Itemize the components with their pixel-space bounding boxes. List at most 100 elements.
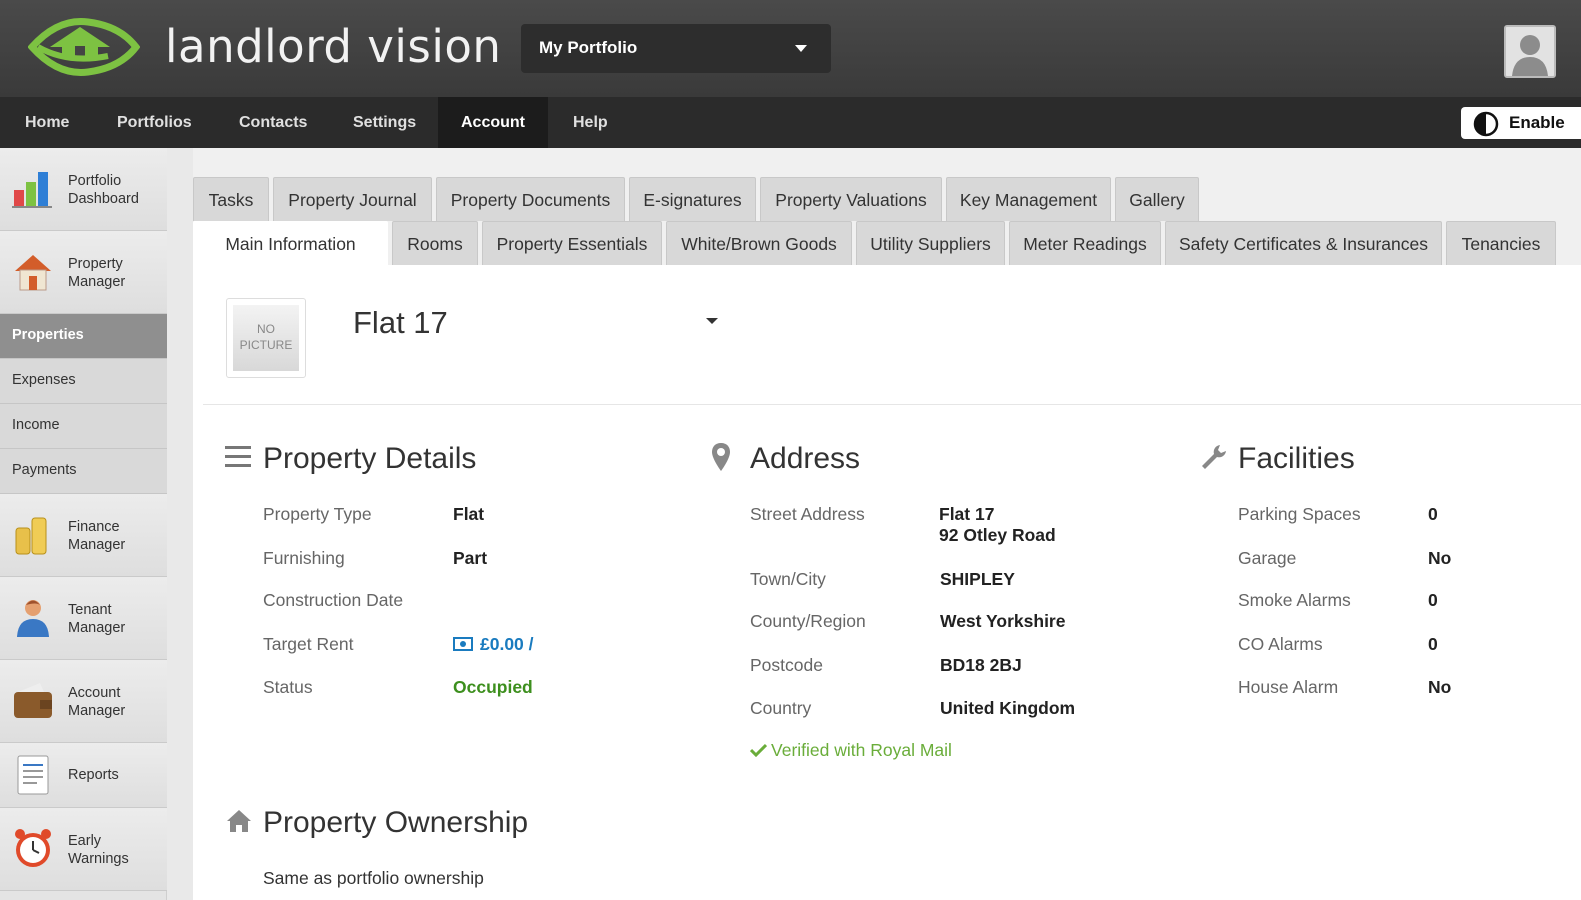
wallet-icon [14,683,52,718]
facility-label: Smoke Alarms [1238,590,1351,610]
property-selector-caret-icon[interactable] [706,318,718,324]
main-nav: Home Portfolios Contacts Settings Accoun… [0,97,1581,148]
brand-name: landlord vision [165,20,502,73]
address-value: United Kingdom [940,698,1076,718]
address-value: SHIPLEY [940,569,1015,589]
detail-label: Target Rent [263,634,354,654]
detail-value: Part [453,548,488,568]
sidebar-label: Warnings [68,851,129,867]
address-label: Town/City [750,569,826,589]
facility-value: 0 [1428,590,1438,610]
facilities-title: Facilities [1238,442,1355,475]
property-details-title: Property Details [263,442,477,475]
tab-safety-certificates-insurances[interactable]: Safety Certificates & Insurances [1165,221,1442,265]
address-label: Postcode [750,655,823,675]
tab-gallery[interactable]: Gallery [1115,177,1199,221]
property-picture-placeholder[interactable]: NO PICTURE [226,298,306,378]
tab-rooms[interactable]: Rooms [392,221,478,265]
sidebar-label: Manager [68,537,126,553]
facility-label: Parking Spaces [1238,504,1361,524]
sidebar-property-manager[interactable]: Property Manager [0,231,167,314]
address-value: Flat 17 [939,504,995,524]
list-icon [225,446,251,467]
sidebar-tenant-manager[interactable]: Tenant Manager [0,577,167,660]
portfolio-dropdown-label: My Portfolio [539,38,638,57]
address-label: County/Region [750,611,866,631]
chevron-down-icon [795,45,807,52]
house-icon [15,255,51,291]
royal-mail-verified: Verified with Royal Mail [749,740,952,761]
facility-value: No [1428,677,1452,697]
sidebar-account-manager[interactable]: Account Manager [0,660,167,743]
sidebar-finance-manager[interactable]: Finance Manager [0,494,167,577]
facility-value: No [1428,548,1452,568]
home-icon [227,810,251,832]
coins-icon [15,517,47,555]
property-ownership-title: Property Ownership [263,806,529,839]
ownership-text: Same as portfolio ownership [263,868,484,888]
sidebar-label: Portfolio [68,173,122,189]
portfolio-dropdown[interactable]: My Portfolio [521,24,831,73]
check-icon [749,743,768,758]
detail-label: Property Type [263,504,372,524]
sidebar-item-expenses[interactable]: Expenses [0,359,167,404]
sidebar-label: Manager [68,274,126,290]
user-avatar[interactable] [1504,25,1556,78]
address-title: Address [750,442,861,475]
report-document-icon [17,755,49,795]
sidebar-portfolio-dashboard[interactable]: Portfolio Dashboard [0,148,167,231]
sidebar-label: Manager [68,620,126,636]
enable-button[interactable]: Enable [1461,107,1581,139]
money-icon [453,637,473,651]
nav-contacts[interactable]: Contacts [239,97,307,148]
address-label: Street Address [750,504,865,524]
address-value: West Yorkshire [940,611,1066,631]
facility-label: Garage [1238,548,1297,568]
nav-account[interactable]: Account [438,97,548,148]
address-label: Country [750,698,812,718]
tab-property-valuations[interactable]: Property Valuations [760,177,942,221]
tab-tenancies[interactable]: Tenancies [1446,221,1556,265]
tab-e-signatures[interactable]: E-signatures [629,177,756,221]
facility-value: 0 [1428,504,1438,524]
nav-portfolios[interactable]: Portfolios [117,97,192,148]
sidebar-label: Early [68,833,102,849]
contrast-toggle-icon [1473,111,1499,137]
sidebar-item-properties[interactable]: Properties [0,314,167,359]
sidebar-label: Property [68,256,123,272]
detail-label: Furnishing [263,548,345,568]
top-header: landlord vision My Portfolio [0,0,1581,97]
divider [203,404,1581,405]
detail-value: Flat [453,504,485,524]
tab-property-documents[interactable]: Property Documents [436,177,625,221]
tab-tasks[interactable]: Tasks [193,177,269,221]
bar-chart-icon [12,172,52,208]
property-name-title: Flat 17 [353,305,448,340]
tab-utility-suppliers[interactable]: Utility Suppliers [856,221,1005,265]
sidebar-early-warnings[interactable]: Early Warnings [0,808,167,891]
no-picture-text: NO [257,322,275,336]
sidebar-item-income[interactable]: Income [0,404,167,449]
verified-text: Verified with Royal Mail [771,740,952,760]
tab-meter-readings[interactable]: Meter Readings [1009,221,1161,265]
detail-label: Construction Date [263,590,404,610]
nav-settings[interactable]: Settings [353,97,416,148]
sidebar-label: Dashboard [68,191,139,207]
tab-white-brown-goods[interactable]: White/Brown Goods [666,221,852,265]
nav-help[interactable]: Help [573,97,608,148]
sidebar-item-payments[interactable]: Payments [0,449,167,494]
tab-property-journal[interactable]: Property Journal [273,177,432,221]
tab-property-essentials[interactable]: Property Essentials [482,221,662,265]
sidebar-reports[interactable]: Reports [0,743,167,808]
landlord-vision-logo-icon[interactable] [28,16,140,78]
no-picture-text: PICTURE [239,338,293,352]
target-rent-link[interactable]: £0.00 / [480,634,534,655]
tenant-person-icon [17,600,49,637]
tab-main-information[interactable]: Main Information [193,221,388,265]
sidebar-label: Manager [68,703,126,719]
user-silhouette-icon [1506,27,1554,76]
nav-home[interactable]: Home [25,97,69,148]
no-picture-image: NO PICTURE [233,305,299,371]
tab-key-management[interactable]: Key Management [946,177,1111,221]
address-value: BD18 2BJ [940,655,1022,675]
